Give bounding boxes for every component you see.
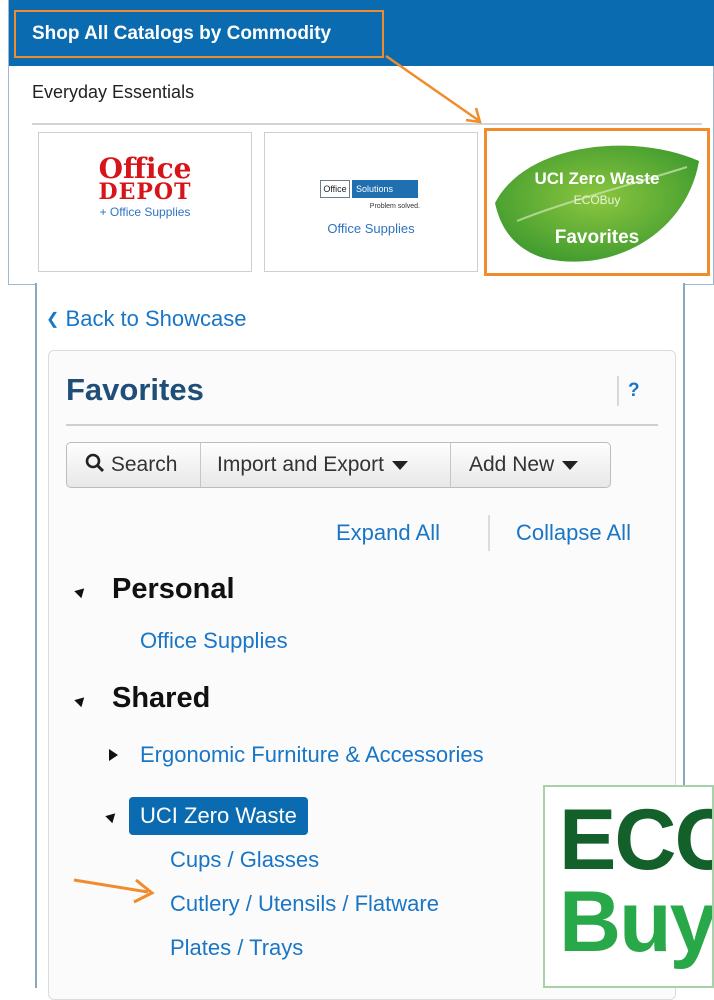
back-link-label: Back to Showcase bbox=[65, 306, 247, 331]
office-solutions-tagline: Problem solved. bbox=[369, 203, 420, 210]
callout-arrow-bottom bbox=[73, 878, 155, 904]
ecobuy-logo-line1: ECO bbox=[559, 792, 712, 888]
list-item-plates-trays[interactable]: Plates / Trays bbox=[170, 935, 303, 961]
office-depot-subtitle: + Office Supplies bbox=[99, 205, 191, 219]
eco-tile-subtitle: ECOBuy bbox=[573, 193, 621, 207]
collapse-all-link[interactable]: Collapse All bbox=[516, 520, 631, 546]
group-personal: Personal bbox=[112, 573, 235, 605]
page-title: Favorites bbox=[66, 372, 204, 407]
search-icon bbox=[85, 453, 105, 473]
catalog-tile-uci-zero-waste[interactable]: UCI Zero Waste ECOBuy Favorites bbox=[484, 128, 710, 276]
office-solutions-logo-left: Office bbox=[320, 180, 350, 198]
catalog-tile-office-depot[interactable]: Office DEPOT + Office Supplies bbox=[38, 132, 252, 272]
list-item-office-supplies[interactable]: Office Supplies bbox=[140, 628, 288, 654]
list-item-cutlery[interactable]: Cutlery / Utensils / Flatware bbox=[170, 891, 439, 917]
help-divider bbox=[617, 376, 619, 406]
search-button-label: Search bbox=[110, 453, 178, 476]
ecobuy-logo: ECO Buy bbox=[543, 785, 714, 988]
office-solutions-logo: Office Solutions bbox=[320, 180, 420, 198]
expand-collapse-divider bbox=[488, 515, 490, 551]
office-depot-logo-line2: DEPOT bbox=[98, 179, 192, 205]
group-shared: Shared bbox=[112, 682, 211, 714]
eco-tile-title: UCI Zero Waste bbox=[534, 169, 660, 188]
catalog-tile-office-solutions[interactable]: Office Solutions Problem solved. Office … bbox=[264, 132, 478, 272]
caret-down-icon bbox=[562, 460, 579, 470]
expand-triangle-icon[interactable] bbox=[109, 749, 118, 761]
folder-uci-zero-waste[interactable]: UCI Zero Waste bbox=[129, 797, 308, 835]
back-to-showcase-link[interactable]: ❮ Back to Showcase bbox=[46, 306, 247, 332]
office-solutions-subtitle: Office Supplies bbox=[327, 221, 415, 236]
add-new-label: Add New bbox=[469, 453, 555, 476]
expand-all-link[interactable]: Expand All bbox=[336, 520, 440, 546]
search-button[interactable]: Search bbox=[67, 443, 201, 487]
chevron-left-icon: ❮ bbox=[46, 311, 60, 328]
import-export-label: Import and Export bbox=[217, 453, 384, 476]
section-label: Everyday Essentials bbox=[32, 82, 195, 102]
help-link[interactable]: ? bbox=[628, 380, 640, 402]
favorites-toolbar: Search Import and Export Add New bbox=[66, 442, 611, 488]
folder-ergonomic-furniture[interactable]: Ergonomic Furniture & Accessories bbox=[140, 742, 484, 768]
caret-down-icon bbox=[391, 460, 408, 470]
import-export-button[interactable]: Import and Export bbox=[201, 443, 451, 487]
list-item-cups-glasses[interactable]: Cups / Glasses bbox=[170, 847, 319, 873]
eco-tile-label: Favorites bbox=[554, 227, 640, 248]
ecobuy-logo-line2: Buy bbox=[559, 874, 714, 970]
callout-arrow-top bbox=[385, 54, 482, 124]
section-divider bbox=[32, 123, 702, 125]
header-title[interactable]: Shop All Catalogs by Commodity bbox=[14, 10, 384, 58]
office-solutions-logo-right: Solutions bbox=[352, 180, 418, 198]
title-divider bbox=[66, 424, 658, 426]
add-new-button[interactable]: Add New bbox=[451, 443, 611, 487]
